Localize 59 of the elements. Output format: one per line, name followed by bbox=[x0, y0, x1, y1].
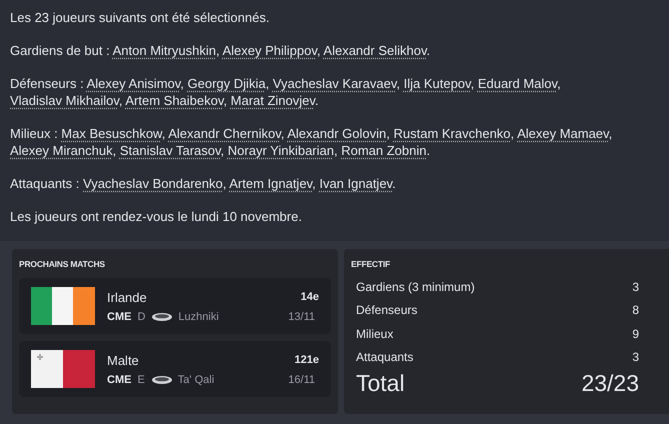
outro-text: Les joueurs ont rendez-vous le lundi 10 novembre. bbox=[10, 208, 303, 225]
position-count: 8 bbox=[632, 303, 639, 318]
player-link[interactable]: Alexandr Selikhov bbox=[323, 43, 426, 58]
group-letter: E bbox=[137, 374, 145, 386]
player-link[interactable]: Artem Shaibekov bbox=[125, 93, 224, 108]
total-value: 23/23 bbox=[581, 370, 639, 397]
player-link[interactable]: Alexey Mamaev bbox=[517, 126, 609, 141]
position-count: 3 bbox=[632, 280, 639, 294]
match-date: 13/11 bbox=[288, 310, 315, 322]
player-link[interactable]: Artem Ignatjev bbox=[229, 176, 312, 191]
player-link[interactable]: Alexandr Chernikov bbox=[168, 126, 281, 141]
team-rank: 14e bbox=[300, 291, 319, 303]
stadium-name: Luzhniki bbox=[178, 310, 220, 322]
position-label: Défenseurs bbox=[356, 303, 418, 318]
player-link[interactable]: Vyacheslav Karavaev bbox=[272, 76, 396, 91]
player-link[interactable]: Norayr Yinkibarian bbox=[228, 143, 334, 158]
intro-text: Les 23 joueurs suivants ont été sélectionnés. bbox=[10, 9, 270, 26]
player-link[interactable]: Ilja Kutepov bbox=[404, 76, 471, 91]
player-link[interactable]: Rustam Kravchenko bbox=[393, 126, 511, 141]
position-label: Attaquants bbox=[356, 350, 414, 364]
position-label: Milieux bbox=[356, 326, 394, 341]
match-date: 16/11 bbox=[288, 374, 315, 386]
player-link[interactable]: Stanislav Tarasov bbox=[120, 143, 221, 158]
position-label: Gardiens (3 minimum) bbox=[356, 280, 475, 294]
total-label: Total bbox=[356, 370, 405, 397]
player-link[interactable]: Eduard Malov bbox=[478, 76, 558, 91]
player-link[interactable]: Vladislav Mikhailov bbox=[10, 93, 119, 108]
position-count: 9 bbox=[632, 326, 639, 341]
match-card[interactable]: Irlande 14e CME D Luzhniki 13/11 bbox=[19, 278, 331, 334]
team-name: Malte bbox=[107, 352, 140, 368]
player-link[interactable]: Georgy Djikia bbox=[188, 76, 266, 91]
flag-icon bbox=[31, 350, 95, 388]
player-link[interactable]: Alexandr Golovin bbox=[287, 126, 386, 141]
position-count: 3 bbox=[632, 350, 639, 364]
player-link[interactable]: Max Besuschkow bbox=[61, 126, 162, 141]
flag-icon bbox=[31, 287, 95, 325]
team-rank: 121e bbox=[294, 354, 319, 366]
section-title: EFFECTIF bbox=[351, 259, 392, 269]
player-link[interactable]: Ivan Ignatjev bbox=[319, 176, 392, 191]
player-link[interactable]: Alexey Anisimov bbox=[86, 76, 180, 91]
stadium-icon bbox=[150, 374, 173, 384]
section-title: PROCHAINS MATCHS bbox=[19, 259, 106, 269]
player-list: Défenseurs : Alexey Anisimov, Georgy Djikia, Vyacheslav Karavaev, Ilja Kutepov, Eduard Malov, Vladislav Mikhailov, Artem Shaibekov, Marat Zinovjev. bbox=[10, 75, 659, 109]
competition-label: CME bbox=[107, 310, 132, 322]
team-name: Irlande bbox=[107, 290, 148, 304]
player-link[interactable]: Anton Mitryushkin bbox=[112, 43, 216, 58]
player-list: Milieux : Max Besuschkow, Alexandr Chernikov, Alexandr Golovin, Rustam Kravchenko, Alexey Mamaev, Alexey Miranchuk, Stanislav Tarasov, Norayr Yinkibarian, Roman Zobnin. bbox=[10, 125, 659, 159]
player-link[interactable]: Alexey Philippov bbox=[222, 43, 317, 58]
match-card[interactable]: Malte 121e CME E Ta' Qali 16/11 bbox=[19, 341, 331, 397]
competition-label: CME bbox=[107, 374, 132, 386]
player-link[interactable]: Marat Zinovjev bbox=[230, 93, 315, 108]
player-link[interactable]: Vyacheslav Bondarenko bbox=[83, 176, 223, 191]
player-link[interactable]: Alexey Miranchuk bbox=[10, 143, 113, 158]
player-list: Gardiens de but : Anton Mitryushkin, Alexey Philippov, Alexandr Selikhov. bbox=[10, 42, 659, 59]
player-link[interactable]: Roman Zobnin bbox=[341, 143, 426, 158]
stadium-icon bbox=[151, 312, 174, 322]
group-letter: D bbox=[137, 310, 146, 322]
stadium-name: Ta' Qali bbox=[178, 374, 216, 386]
player-list: Attaquants : Vyacheslav Bondarenko, Artem Ignatjev, Ivan Ignatjev. bbox=[10, 175, 659, 192]
